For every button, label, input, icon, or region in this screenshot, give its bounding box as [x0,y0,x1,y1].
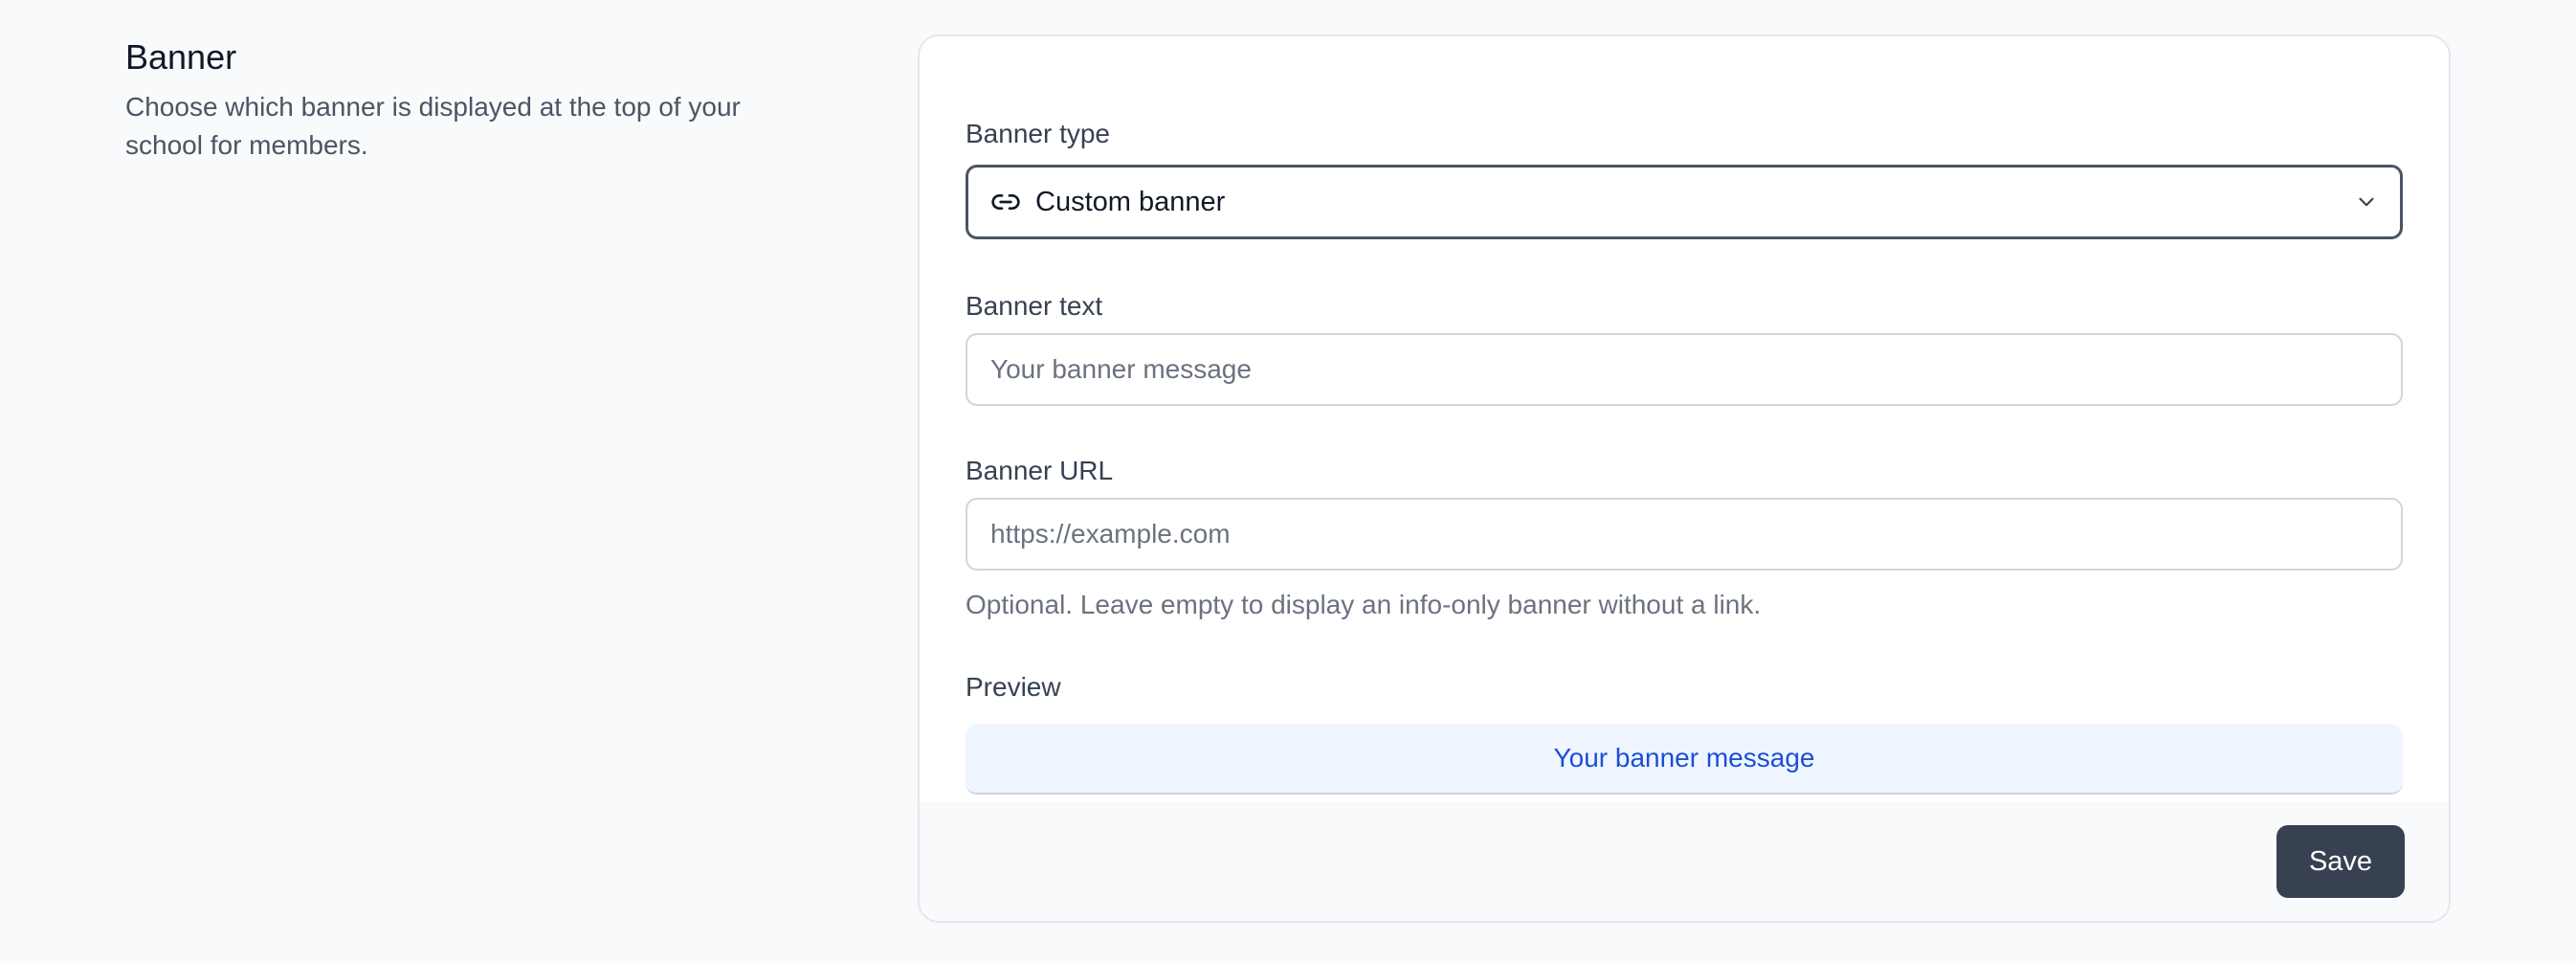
banner-url-label: Banner URL [966,456,1114,485]
chevron-down-icon [2352,188,2381,216]
banner-url-input[interactable] [966,498,2403,571]
banner-type-label: Banner type [966,119,1110,148]
banner-text-label: Banner text [966,291,1103,321]
banner-preview-text: Your banner message [1553,743,1815,773]
preview-label: Preview [966,672,1061,702]
section-title: Banner [125,37,237,77]
card-footer: Save [920,802,2449,921]
section-intro: Banner Choose which banner is displayed … [125,34,814,165]
banner-url-help: Optional. Leave empty to display an info… [966,590,1762,619]
banner-text-input[interactable] [966,333,2403,406]
banner-settings-card: Banner type Custom banner Banner text Ba… [918,34,2451,923]
banner-type-value: Custom banner [1035,186,1226,217]
link-icon [989,186,1022,218]
banner-preview: Your banner message [966,724,2403,795]
section-description: Choose which banner is displayed at the … [125,92,741,160]
save-button[interactable]: Save [2276,825,2405,898]
banner-type-select[interactable]: Custom banner [966,165,2403,239]
